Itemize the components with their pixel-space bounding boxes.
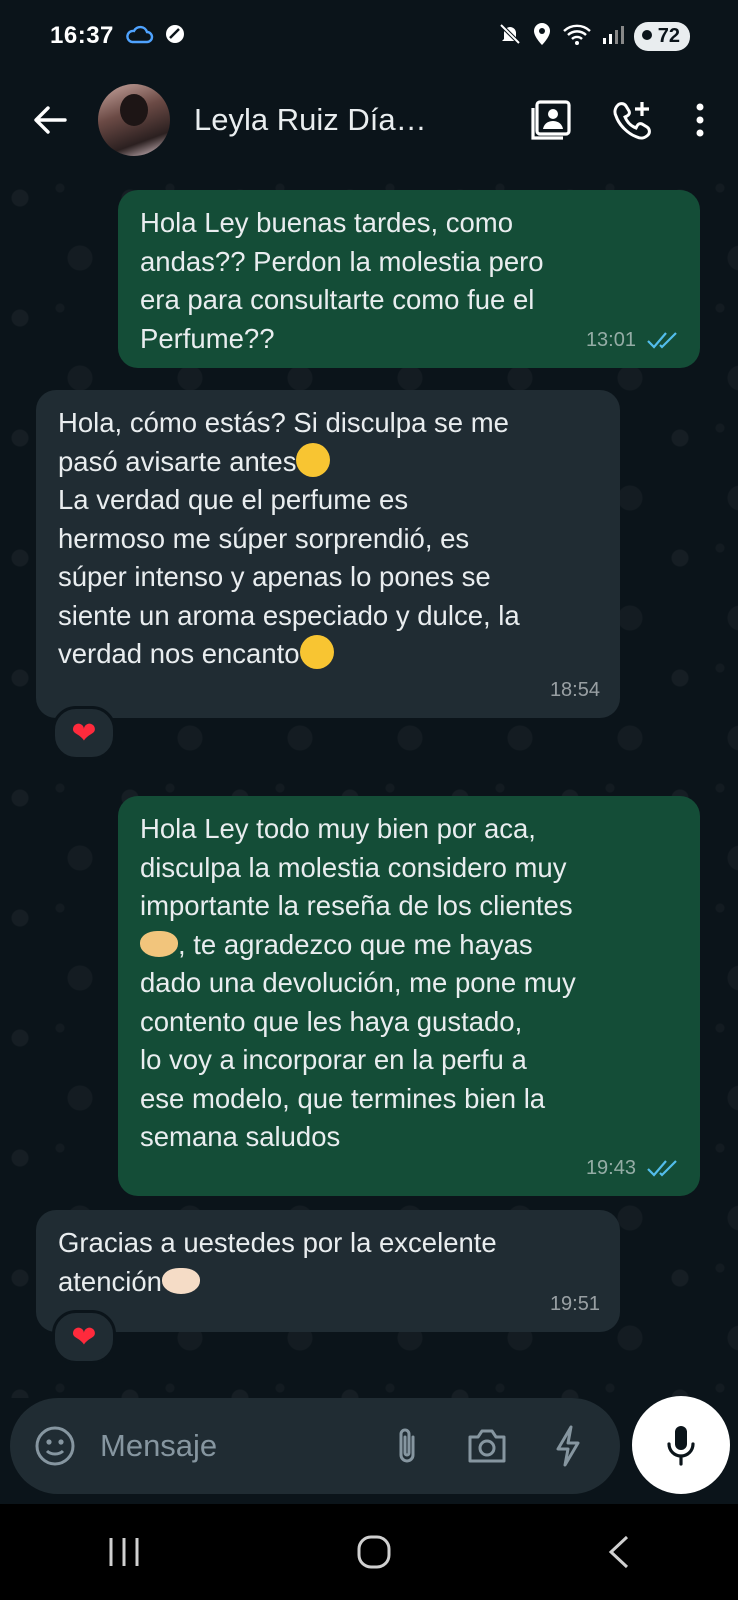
message-bubble-incoming[interactable]: Hola, cómo estás? Si disculpa se me pasó… (36, 390, 620, 718)
attach-icon (399, 1428, 415, 1463)
signal-icon (602, 23, 624, 50)
message-time: 19:51 (549, 1292, 600, 1315)
sweat-smile-emoji-icon (296, 442, 331, 477)
status-bar: 16:37 72 (0, 0, 738, 72)
heart-icon: ❤ (71, 1320, 97, 1354)
status-time: 16:37 (50, 22, 114, 49)
bolt-icon (556, 1425, 580, 1467)
mic-icon (667, 1426, 695, 1466)
more-options-button[interactable] (694, 102, 706, 138)
home-icon (357, 1535, 391, 1569)
contact-name[interactable]: Leyla Ruiz Día… (194, 102, 530, 138)
recent-apps-button[interactable] (107, 1536, 141, 1568)
message-bubble-incoming[interactable]: Gracias a uestedes por la excelente aten… (36, 1210, 620, 1332)
voice-record-button[interactable] (632, 1396, 730, 1494)
nav-back-button[interactable] (607, 1534, 631, 1570)
mute-icon (498, 22, 522, 51)
nav-back-icon (608, 1535, 628, 1569)
message-meta: 13:01 (586, 321, 680, 360)
message-text: Hola, cómo estás? Si disculpa se me pasó… (58, 407, 520, 669)
system-nav-bar (0, 1504, 738, 1600)
message-input[interactable]: Mensaje (100, 1428, 394, 1464)
message-meta: 19:51 (550, 1285, 600, 1324)
read-ticks-icon (646, 331, 680, 349)
contacts-card-icon (531, 100, 571, 140)
cloud-icon (124, 23, 154, 50)
status-right: 72 (498, 21, 690, 51)
contact-avatar[interactable] (98, 84, 170, 156)
heart-hands-emoji-icon (161, 1267, 200, 1294)
heart-reaction[interactable]: ❤ (52, 706, 116, 760)
sticker-button[interactable] (34, 1425, 76, 1467)
message-time: 18:54 (549, 678, 600, 701)
message-bubble-outgoing[interactable]: Hola Ley buenas tardes, como andas?? Per… (118, 190, 700, 368)
read-ticks-icon (646, 1159, 680, 1177)
sticker-icon (35, 1426, 75, 1466)
location-icon (532, 22, 552, 51)
contacts-card-button[interactable] (530, 99, 572, 141)
attach-button[interactable] (394, 1425, 420, 1467)
composer-actions (394, 1425, 596, 1467)
camera-icon (468, 1429, 506, 1463)
add-call-icon (613, 102, 651, 140)
battery-indicator: 72 (633, 21, 690, 51)
message-composer[interactable]: Mensaje (10, 1398, 620, 1494)
message-bubble-outgoing[interactable]: Hola Ley todo muy bien por aca, disculpa… (118, 796, 700, 1196)
blocked-icon (164, 23, 186, 50)
quick-reply-button[interactable] (554, 1425, 582, 1467)
chat-header: Leyla Ruiz Día… (0, 72, 738, 168)
recent-apps-icon (109, 1538, 139, 1566)
wifi-icon (562, 22, 592, 51)
star-struck-emoji-icon (299, 635, 334, 669)
message-meta: 19:43 (586, 1149, 680, 1188)
header-actions (530, 99, 716, 141)
heart-hands-emoji-icon (140, 930, 178, 957)
more-vert-icon (696, 103, 704, 137)
message-time: 13:01 (585, 328, 636, 351)
heart-icon: ❤ (71, 716, 97, 750)
home-button[interactable] (356, 1534, 392, 1570)
heart-reaction[interactable]: ❤ (52, 1310, 116, 1364)
back-button[interactable] (22, 92, 78, 148)
message-meta: 18:54 (550, 671, 600, 710)
message-time: 19:43 (585, 1156, 636, 1179)
message-text: Gracias a uestedes por la excelente aten… (58, 1227, 497, 1297)
status-left: 16:37 (50, 22, 186, 50)
message-text: Hola Ley todo muy bien por aca, disculpa… (140, 813, 576, 1152)
add-call-button[interactable] (612, 99, 654, 141)
camera-button[interactable] (466, 1427, 508, 1465)
back-arrow-icon (34, 106, 67, 134)
chat-area[interactable]: Hola Ley buenas tardes, como andas?? Per… (0, 168, 738, 1398)
